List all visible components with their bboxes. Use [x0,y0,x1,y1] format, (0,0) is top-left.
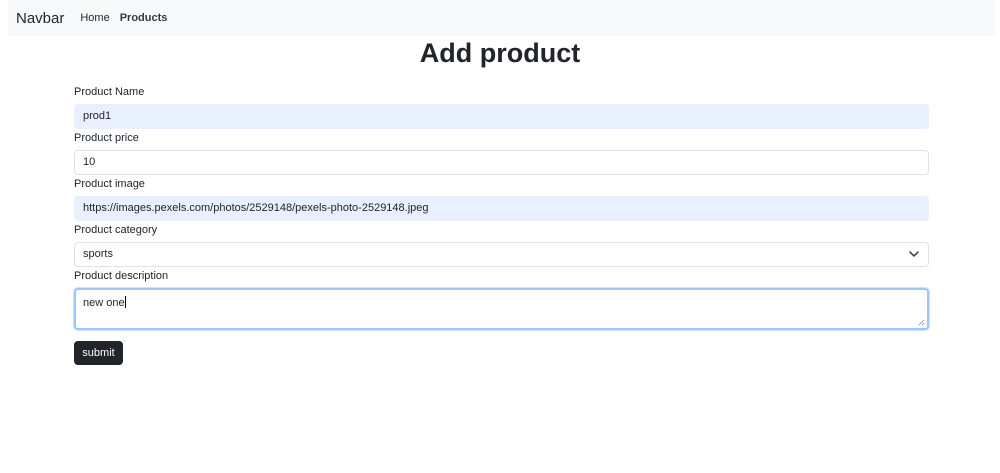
product-name-label: Product Name [74,86,145,98]
add-product-form: Product Name prod1 Product price 10 Prod… [74,84,929,330]
product-name-input[interactable]: prod1 [74,104,929,129]
page-title: Add product [419,38,581,68]
product-image-input[interactable]: https://images.pexels.com/photos/2529148… [74,196,929,221]
product-category-value: sports [74,242,929,267]
nav-link-home[interactable]: Home [80,12,109,24]
text-caret [124,296,126,308]
product-image-label: Product image [74,178,145,190]
product-price-input[interactable]: 10 [74,150,929,175]
product-category-label: Product category [74,224,158,236]
product-price-label: Product price [74,132,139,144]
product-description-textarea[interactable]: new one [74,288,929,330]
product-description-value: new one [83,297,125,309]
product-category-select[interactable]: sports [74,242,929,267]
chevron-down-icon [909,251,919,257]
resize-grip-icon[interactable] [918,319,925,326]
submit-button[interactable]: submit [74,341,123,365]
navbar-brand[interactable]: Navbar [16,10,64,27]
navbar: Navbar Home Products [8,0,995,36]
nav-link-products[interactable]: Products [120,12,168,24]
product-description-label: Product description [74,270,169,282]
